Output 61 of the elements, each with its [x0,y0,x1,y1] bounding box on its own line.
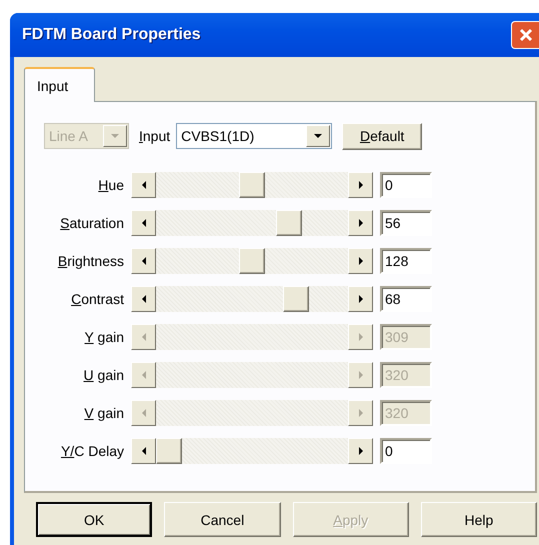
slider-label: V gain [83,405,124,421]
scrollbar[interactable] [131,210,373,236]
slider-thumb[interactable] [282,286,309,312]
slider-label: U gain [82,367,124,383]
scroll-left-button[interactable] [131,210,156,236]
scroll-left-button[interactable] [131,438,156,464]
value-field[interactable]: 0 [380,172,432,198]
value-field[interactable]: 0 [380,438,432,464]
value-field[interactable]: 128 [380,248,432,274]
left-arrow-icon [142,295,146,303]
slider-thumb[interactable] [276,210,302,236]
close-icon [518,28,532,42]
input-dropdown[interactable]: CVBS1(1D) [176,123,332,149]
left-arrow-icon [142,219,146,227]
value-field[interactable]: 68 [380,286,432,312]
slider-thumb[interactable] [239,248,265,274]
window-title: FDTM Board Properties [22,26,201,44]
right-arrow-icon [358,409,362,417]
scroll-left-button[interactable] [131,248,156,274]
default-button[interactable]: Default [342,122,422,150]
dialog-button[interactable]: OK [36,502,152,537]
scroll-right-button[interactable] [348,172,373,198]
left-arrow-icon [142,333,146,341]
tab[interactable]: Input [24,67,95,102]
right-arrow-icon [358,295,362,303]
left-arrow-icon [142,371,146,379]
close-button[interactable] [511,21,539,49]
scroll-right-button[interactable] [348,438,373,464]
scroll-left-button[interactable] [131,286,156,312]
slider-label: Hue [97,177,124,193]
scroll-right-button[interactable] [348,248,373,274]
right-arrow-icon [358,447,362,455]
dialog-button[interactable]: Help [420,502,538,537]
slider-label: Y gain [84,329,124,345]
slider-label: Brightness [56,253,124,269]
dropdown-arrow-icon [111,134,119,138]
dropdown-arrow-icon [314,134,322,138]
left-arrow-icon [142,181,146,189]
slider-label: Contrast [70,291,124,307]
right-arrow-icon [358,181,362,189]
slider-thumb[interactable] [239,172,265,198]
right-arrow-icon [358,333,362,341]
slider-thumb[interactable] [156,438,182,464]
scrollbar[interactable] [131,172,373,198]
left-arrow-icon [142,409,146,417]
dialog-button[interactable]: Cancel [164,502,281,537]
left-arrow-icon [142,257,146,265]
left-arrow-icon [142,447,146,455]
scroll-right-button[interactable] [348,210,373,236]
input-label: Input [139,128,170,144]
right-arrow-icon [358,219,362,227]
scrollbar[interactable] [131,286,373,312]
right-arrow-icon [358,257,362,265]
scroll-left-button[interactable] [131,172,156,198]
scrollbar[interactable] [131,248,373,274]
value-field[interactable]: 56 [380,210,432,236]
slider-label: Y/C Delay [60,443,124,459]
right-arrow-icon [358,371,362,379]
slider-label: Saturation [59,215,124,231]
scroll-right-button[interactable] [348,286,373,312]
scrollbar[interactable] [131,438,373,464]
